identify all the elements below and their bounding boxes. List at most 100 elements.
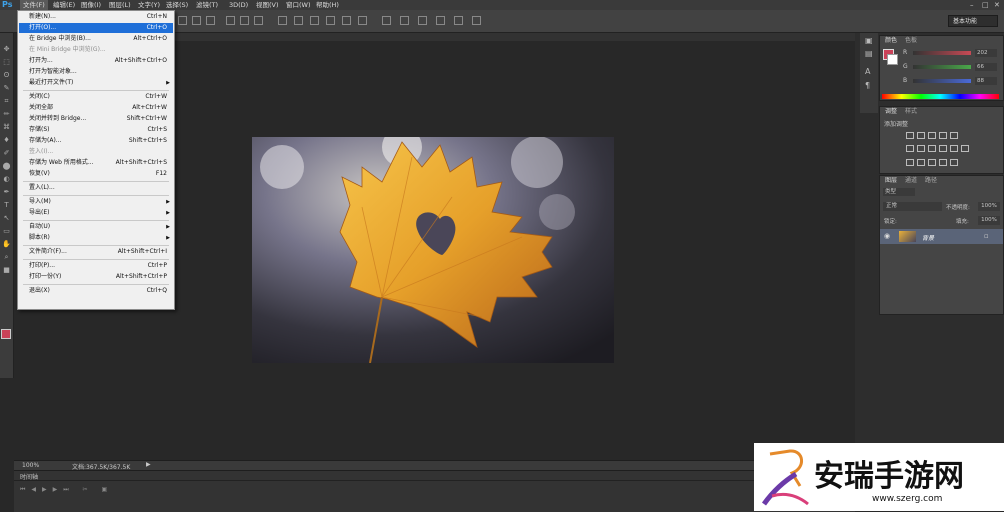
file-menu-item[interactable]: 导入(M) ▶ bbox=[19, 197, 173, 207]
file-menu-item[interactable]: 打开(O)... Ctrl+O bbox=[19, 23, 173, 33]
tool-icon[interactable]: ✎ bbox=[2, 84, 11, 92]
tool-icon[interactable]: ♦ bbox=[2, 136, 11, 144]
tool-icon[interactable]: ʘ bbox=[2, 71, 11, 79]
layer-row[interactable]: ◉ 背景 ▫ bbox=[880, 229, 1003, 244]
tool-icon[interactable]: ⌘ bbox=[2, 123, 11, 131]
status-menu-arrow-icon[interactable]: ▶ bbox=[146, 461, 151, 468]
blend-mode-select[interactable]: 正常 bbox=[883, 202, 942, 211]
tab-channels[interactable]: 通道 bbox=[902, 176, 920, 185]
align-button-icon[interactable] bbox=[240, 16, 249, 25]
timeline-controls[interactable]: ⏮◀▶▶⏭ ✂ ▣ bbox=[20, 486, 113, 494]
file-menu-item[interactable]: 存储为(A)... Shift+Ctrl+S bbox=[19, 136, 173, 146]
file-menu-item[interactable]: 自动(U) ▶ bbox=[19, 222, 173, 232]
tool-icon[interactable]: T bbox=[2, 201, 11, 209]
menu-3[interactable]: 图层(L) bbox=[106, 0, 134, 10]
tool-icon[interactable]: ⬚ bbox=[2, 58, 11, 66]
actions-icon[interactable]: ▤ bbox=[865, 49, 873, 58]
visibility-eye-icon[interactable]: ◉ bbox=[884, 232, 890, 240]
align-button-icon[interactable] bbox=[358, 16, 367, 25]
menu-7[interactable]: 3D(D) bbox=[226, 0, 251, 10]
tab-adjustments[interactable]: 调整 bbox=[882, 107, 901, 116]
channel-slider[interactable] bbox=[913, 65, 971, 69]
channel-value[interactable]: 88 bbox=[975, 77, 997, 85]
file-menu-item[interactable]: 文件简介(F)... Alt+Shift+Ctrl+I bbox=[19, 247, 173, 257]
tab-swatches[interactable]: 色板 bbox=[902, 36, 920, 45]
align-button-icon[interactable] bbox=[178, 16, 187, 25]
tool-icon[interactable]: ✒ bbox=[2, 188, 11, 196]
file-menu-item[interactable]: 关闭并转到 Bridge... Shift+Ctrl+W bbox=[19, 114, 173, 124]
channel-value[interactable]: 202 bbox=[975, 49, 997, 57]
tool-icon[interactable]: ✋ bbox=[2, 240, 11, 248]
align-button-icon[interactable] bbox=[226, 16, 235, 25]
file-menu-item[interactable]: 退出(X) Ctrl+Q bbox=[19, 286, 173, 296]
align-button-icon[interactable] bbox=[472, 16, 481, 25]
tool-icon[interactable]: ⌕ bbox=[2, 253, 11, 261]
file-menu-item[interactable]: 关闭(C) Ctrl+W bbox=[19, 92, 173, 102]
layer-name[interactable]: 背景 bbox=[922, 233, 934, 242]
workspace-switcher[interactable]: 基本功能 bbox=[948, 15, 998, 27]
tool-icon[interactable]: ✐ bbox=[2, 149, 11, 157]
file-menu-item[interactable]: 打开为智能对象... bbox=[19, 67, 173, 77]
align-button-icon[interactable] bbox=[400, 16, 409, 25]
align-button-icon[interactable] bbox=[294, 16, 303, 25]
align-button-icon[interactable] bbox=[436, 16, 445, 25]
align-button-icon[interactable] bbox=[326, 16, 335, 25]
tool-icon[interactable]: ■ bbox=[2, 266, 11, 274]
menu-1[interactable]: 编辑(E) bbox=[50, 0, 78, 10]
opacity-field[interactable]: 100% bbox=[978, 202, 1000, 211]
layer-kind-filter[interactable]: 类型 bbox=[883, 188, 915, 196]
tab-paths[interactable]: 路径 bbox=[922, 176, 940, 185]
file-menu-item[interactable]: 最近打开文件(T) ▶ bbox=[19, 78, 173, 88]
maximize-icon[interactable]: □ bbox=[982, 1, 989, 9]
document-image[interactable] bbox=[252, 137, 614, 363]
adjustment-icons-row-2[interactable] bbox=[906, 145, 972, 154]
align-button-icon[interactable] bbox=[418, 16, 427, 25]
history-icon[interactable]: ▣ bbox=[865, 36, 873, 45]
adjustment-icons-row-1[interactable] bbox=[906, 132, 961, 141]
zoom-level[interactable]: 100% bbox=[22, 462, 39, 469]
file-menu-item[interactable]: 脚本(R) ▶ bbox=[19, 233, 173, 243]
menu-5[interactable]: 选择(S) bbox=[163, 0, 191, 10]
file-menu-item[interactable]: 在 Bridge 中浏览(B)... Alt+Ctrl+O bbox=[19, 34, 173, 44]
channel-value[interactable]: 66 bbox=[975, 63, 997, 71]
tab-color[interactable]: 颜色 bbox=[882, 36, 901, 45]
menu-0[interactable]: 文件(F) bbox=[20, 0, 48, 10]
align-button-icon[interactable] bbox=[254, 16, 263, 25]
menu-10[interactable]: 帮助(H) bbox=[313, 0, 342, 10]
menu-8[interactable]: 视图(V) bbox=[253, 0, 282, 10]
file-menu-item[interactable]: 打印(P)... Ctrl+P bbox=[19, 261, 173, 271]
align-button-icon[interactable] bbox=[382, 16, 391, 25]
fill-field[interactable]: 100% bbox=[978, 216, 1000, 225]
adjustment-icons-row-3[interactable] bbox=[906, 159, 961, 168]
tab-layers[interactable]: 图层 bbox=[882, 176, 901, 185]
tool-icon[interactable]: ▭ bbox=[2, 227, 11, 235]
file-menu-item[interactable]: 存储(S) Ctrl+S bbox=[19, 125, 173, 135]
align-button-icon[interactable] bbox=[192, 16, 201, 25]
file-menu-item[interactable]: 导出(E) ▶ bbox=[19, 208, 173, 218]
menu-9[interactable]: 窗口(W) bbox=[283, 0, 314, 10]
color-ramp[interactable] bbox=[882, 94, 999, 99]
file-menu-item[interactable]: 新建(N)... Ctrl+N bbox=[19, 12, 173, 22]
paragraph-icon[interactable]: ¶ bbox=[865, 81, 870, 90]
tool-icon[interactable]: ✥ bbox=[2, 45, 11, 53]
close-icon[interactable]: ✕ bbox=[994, 1, 1000, 9]
file-menu-item[interactable]: 恢复(V) F12 bbox=[19, 169, 173, 179]
align-button-icon[interactable] bbox=[342, 16, 351, 25]
file-menu-item[interactable]: 关闭全部 Alt+Ctrl+W bbox=[19, 103, 173, 113]
channel-slider[interactable] bbox=[913, 51, 971, 55]
align-button-icon[interactable] bbox=[310, 16, 319, 25]
menu-6[interactable]: 滤镜(T) bbox=[193, 0, 221, 10]
tool-icon[interactable]: ⌗ bbox=[2, 97, 11, 105]
align-button-icon[interactable] bbox=[278, 16, 287, 25]
tool-icon[interactable]: ⬤ bbox=[2, 162, 11, 170]
foreground-color-swatch[interactable] bbox=[1, 329, 11, 339]
document-tab[interactable] bbox=[174, 33, 855, 41]
minimize-icon[interactable]: – bbox=[970, 1, 974, 9]
file-menu-item[interactable]: 打印一份(Y) Alt+Shift+Ctrl+P bbox=[19, 272, 173, 282]
tool-icon[interactable]: ↖ bbox=[2, 214, 11, 222]
align-button-icon[interactable] bbox=[454, 16, 463, 25]
character-icon[interactable]: A bbox=[865, 67, 870, 76]
tool-icon[interactable]: ✏ bbox=[2, 110, 11, 118]
background-swatch[interactable] bbox=[887, 54, 898, 65]
file-menu-item[interactable]: 打开为... Alt+Shift+Ctrl+O bbox=[19, 56, 173, 66]
